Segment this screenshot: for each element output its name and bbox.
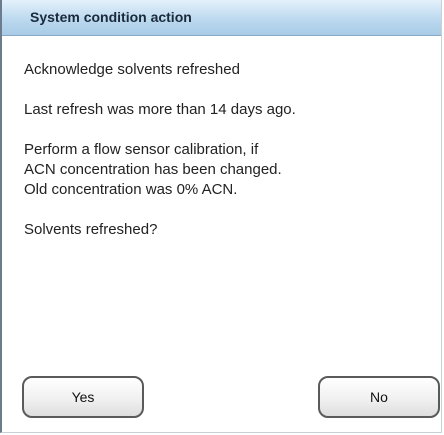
- message-calibration-line-1: Perform a flow sensor calibration, if: [24, 141, 259, 158]
- dialog-message: Acknowledge solvents refreshed Last refr…: [24, 60, 425, 240]
- message-heading: Acknowledge solvents refreshed: [24, 61, 240, 78]
- message-old-concentration: Old concentration was 0% ACN.: [24, 181, 238, 198]
- yes-button[interactable]: Yes: [22, 376, 144, 418]
- message-last-refresh: Last refresh was more than 14 days ago.: [24, 101, 296, 118]
- dialog-titlebar: System condition action: [2, 0, 441, 36]
- dialog-title: System condition action: [30, 9, 192, 25]
- message-question: Solvents refreshed?: [24, 221, 158, 238]
- no-button[interactable]: No: [318, 376, 440, 418]
- system-condition-dialog: System condition action Acknowledge solv…: [0, 0, 442, 433]
- message-calibration-line-2: ACN concentration has been changed.: [24, 161, 282, 178]
